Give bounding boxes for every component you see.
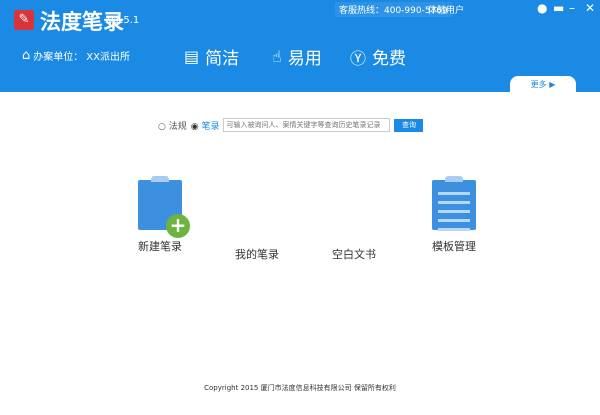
tile-my-records[interactable]: 我的笔录	[217, 246, 297, 262]
clipboard-list-icon	[432, 176, 476, 231]
yen-icon: Ⓨ	[350, 48, 367, 68]
search-button[interactable]: 查询	[394, 118, 424, 132]
home-icon: ⌂	[22, 48, 31, 63]
feature-simple: ▤ 简洁	[184, 44, 239, 69]
plus-icon: +	[166, 214, 190, 238]
search-input[interactable]	[223, 118, 391, 132]
tile-template-manage[interactable]: 模板管理	[414, 176, 494, 254]
app-logo-icon: ✎	[14, 10, 34, 30]
search-bar: ○ 法规 ◉ 笔录 查询	[158, 118, 424, 132]
feature-label: 免费	[372, 49, 407, 69]
radio-label: 笔录	[201, 121, 220, 132]
more-label: 更多	[530, 80, 547, 89]
radio-records[interactable]: ◉ 笔录	[191, 119, 220, 132]
hand-pointer-icon: ☝	[272, 47, 282, 66]
tile-label: 空白文书	[332, 248, 376, 261]
clipboard-add-icon: +	[138, 176, 190, 238]
tile-new-record[interactable]: + 新建笔录	[120, 176, 200, 254]
tile-label: 模板管理	[432, 240, 476, 253]
feature-label: 简洁	[205, 49, 240, 69]
copyright: Copyright 2015 厦门市法度信息科技有限公司 保留所有权利	[204, 384, 396, 392]
app-version: V1.5.1	[107, 15, 140, 26]
more-tab[interactable]: 更多 ▶	[510, 76, 576, 92]
radio-regulations[interactable]: ○ 法规	[158, 119, 187, 132]
header: ✎ 法度笔录 V1.5.1 客服热线：400-990-5769 体验用户 ● ▬…	[0, 0, 600, 92]
unit-value: XX派出所	[86, 52, 130, 63]
unit-label: 办案单位：	[33, 52, 84, 63]
radio-label: 法规	[168, 121, 187, 132]
play-icon: ▶	[549, 80, 556, 89]
minimize-icon[interactable]: –	[569, 1, 575, 15]
feature-free: Ⓨ 免费	[350, 44, 407, 70]
feature-easy: ☝ 易用	[272, 44, 322, 69]
unit-info: ⌂ 办案单位： XX派出所	[22, 48, 130, 63]
document-icon: ▤	[184, 47, 200, 66]
chat-icon[interactable]: ●	[537, 1, 547, 15]
message-icon[interactable]: ▬	[553, 1, 564, 15]
tile-label: 我的笔录	[235, 248, 279, 261]
close-icon[interactable]: ✕	[585, 1, 595, 15]
tile-blank-document[interactable]: 空白文书	[314, 246, 394, 262]
user-label[interactable]: 体验用户	[428, 3, 464, 16]
feature-label: 易用	[287, 49, 322, 69]
tile-label: 新建笔录	[138, 240, 182, 253]
